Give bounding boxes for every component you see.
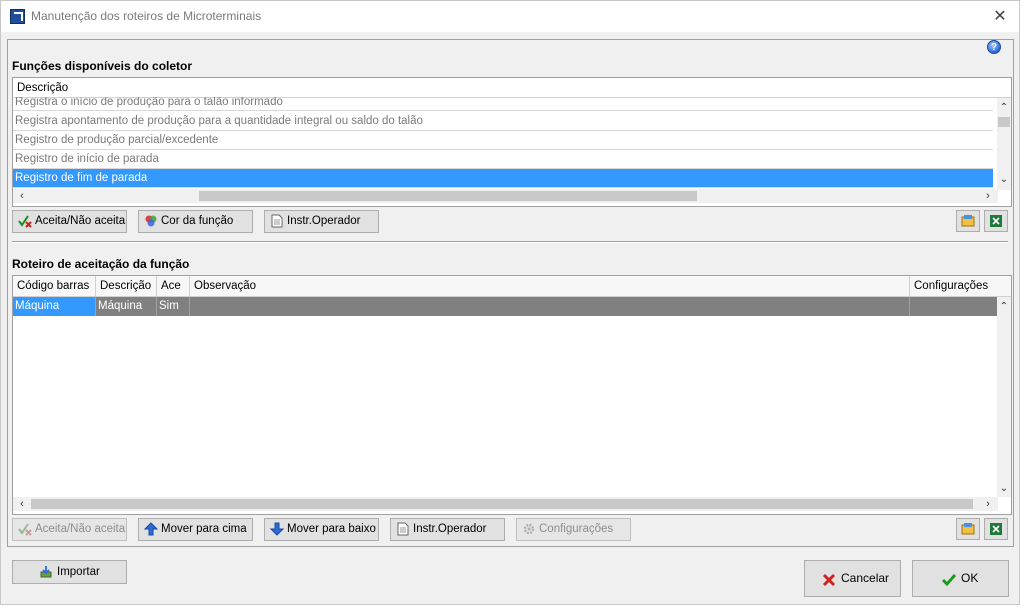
main-panel: ? Funções disponíveis do coletor Descriç… — [7, 39, 1014, 547]
export-excel-button[interactable] — [984, 210, 1008, 232]
route-grid-header: Código barras Descrição Ace Observação C… — [13, 276, 1011, 297]
title-bar: Manutenção dos roteiros de Microterminai… — [1, 1, 1019, 32]
table-row[interactable]: Máquina Máquina Sim — [13, 297, 998, 316]
route-vertical-scrollbar[interactable]: ⌃ ⌄ — [997, 297, 1011, 497]
folder-icon — [961, 215, 975, 227]
functions-grid[interactable]: Descrição Registra o início de produção … — [12, 77, 1012, 207]
table-cell-observacao[interactable] — [190, 297, 910, 316]
accept-reject-icon — [18, 215, 32, 228]
list-item[interactable]: Registra o início de produção para o tal… — [13, 97, 993, 111]
route-operator-instructions-button[interactable]: Instr.Operador — [390, 518, 505, 541]
functions-horizontal-scrollbar[interactable]: ‹ › — [13, 189, 998, 203]
table-cell-codigo-barras[interactable]: Máquina — [13, 297, 96, 316]
list-item[interactable]: Registro de produção parcial/excedente — [13, 131, 993, 150]
operator-instructions-label: Instr.Operador — [287, 215, 361, 227]
accept-toggle-label: Aceita/Não aceita — [35, 215, 126, 227]
function-color-label: Cor da função — [161, 215, 234, 227]
scroll-left-icon[interactable]: ‹ — [15, 189, 29, 203]
scroll-right-icon[interactable]: › — [981, 189, 995, 203]
ok-button[interactable]: OK — [912, 560, 1009, 597]
excel-icon — [990, 523, 1002, 535]
cancel-icon — [822, 573, 836, 587]
scroll-thumb[interactable] — [998, 117, 1010, 127]
dialog-window: Manutenção dos roteiros de Microterminai… — [0, 0, 1020, 605]
column-header-configuracoes[interactable]: Configurações — [910, 276, 998, 297]
help-icon[interactable]: ? — [987, 40, 1001, 54]
table-cell-ace[interactable]: Sim — [157, 297, 190, 316]
document-icon — [397, 522, 409, 536]
move-up-label: Mover para cima — [161, 523, 247, 535]
move-up-button[interactable]: Mover para cima — [138, 518, 253, 541]
list-item[interactable]: Registro de início de parada — [13, 150, 993, 169]
route-section-title: Roteiro de aceitação da função — [12, 257, 190, 271]
route-export-folder-button[interactable] — [956, 518, 980, 540]
checkmark-icon — [941, 574, 957, 587]
route-accept-toggle-button[interactable]: Aceita/Não aceita — [12, 518, 127, 541]
scroll-down-icon[interactable]: ⌄ — [997, 174, 1011, 185]
document-icon — [271, 214, 283, 228]
route-grid[interactable]: Código barras Descrição Ace Observação C… — [12, 275, 1012, 515]
accept-toggle-button[interactable]: Aceita/Não aceita — [12, 210, 127, 233]
column-header-descricao[interactable]: Descrição — [96, 276, 157, 297]
scroll-right-icon[interactable]: › — [981, 497, 995, 511]
scroll-left-icon[interactable]: ‹ — [15, 497, 29, 511]
list-item[interactable]: Registra apontamento de produção para a … — [13, 112, 993, 131]
import-icon — [40, 566, 52, 578]
gear-icon — [523, 523, 535, 535]
excel-icon — [990, 215, 1002, 227]
move-down-label: Mover para baixo — [287, 523, 376, 535]
route-export-excel-button[interactable] — [984, 518, 1008, 540]
ok-label: OK — [961, 571, 979, 585]
column-header-observacao[interactable]: Observação — [190, 276, 910, 297]
column-header-ace[interactable]: Ace — [157, 276, 190, 297]
app-icon — [10, 9, 25, 24]
close-icon[interactable]: ✕ — [991, 6, 1009, 26]
column-header-codigo-barras[interactable]: Código barras — [13, 276, 96, 297]
column-header-descricao[interactable]: Descrição — [13, 78, 998, 98]
scroll-up-icon[interactable]: ⌃ — [997, 102, 1011, 113]
arrow-up-icon — [144, 522, 158, 536]
route-operator-instructions-label: Instr.Operador — [413, 523, 487, 535]
move-down-button[interactable]: Mover para baixo — [264, 518, 379, 541]
cancel-button[interactable]: Cancelar — [804, 560, 901, 597]
configurations-button[interactable]: Configurações — [516, 518, 631, 541]
scroll-up-icon[interactable]: ⌃ — [997, 301, 1011, 312]
export-folder-button[interactable] — [956, 210, 980, 232]
scroll-thumb[interactable] — [199, 191, 697, 201]
window-title: Manutenção dos roteiros de Microterminai… — [31, 9, 262, 23]
import-button[interactable]: Importar — [12, 560, 127, 584]
table-cell-configuracoes[interactable] — [910, 297, 998, 316]
operator-instructions-button[interactable]: Instr.Operador — [264, 210, 379, 233]
scroll-down-icon[interactable]: ⌄ — [997, 483, 1011, 494]
table-cell-descricao[interactable]: Máquina — [96, 297, 157, 316]
configurations-label: Configurações — [539, 523, 614, 535]
folder-icon — [961, 523, 975, 535]
functions-section-title: Funções disponíveis do coletor — [12, 59, 193, 73]
arrow-down-icon — [270, 522, 284, 536]
color-palette-icon — [145, 215, 157, 227]
function-color-button[interactable]: Cor da função — [138, 210, 253, 233]
functions-grid-header: Descrição — [13, 78, 1011, 98]
route-horizontal-scrollbar[interactable]: ‹ › — [13, 497, 998, 511]
accept-reject-icon — [18, 523, 32, 536]
import-label: Importar — [57, 566, 100, 578]
functions-vertical-scrollbar[interactable]: ⌃ ⌄ — [997, 98, 1011, 190]
list-item-selected[interactable]: Registro de fim de parada — [13, 169, 993, 188]
cancel-label: Cancelar — [841, 571, 890, 585]
scroll-thumb[interactable] — [31, 499, 973, 509]
route-accept-toggle-label: Aceita/Não aceita — [35, 523, 126, 535]
section-divider — [12, 241, 1008, 243]
